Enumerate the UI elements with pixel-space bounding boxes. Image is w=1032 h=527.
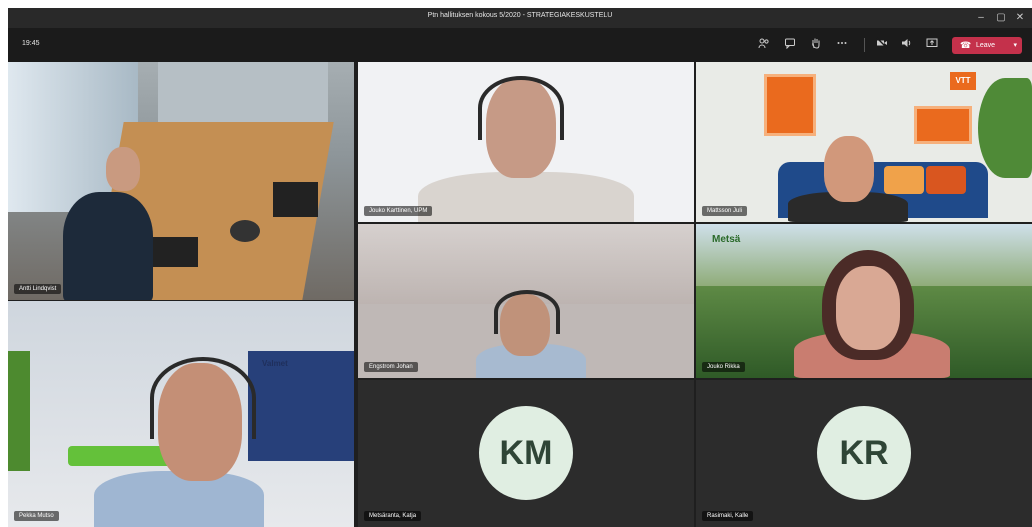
meeting-toolbar: 19:45 ☎ Leave ▾ [8,28,1032,62]
mic-icon[interactable] [898,37,914,53]
person-body [94,471,264,527]
person-head [106,147,140,191]
leave-label: Leave [976,42,996,49]
title-bar: Ptn hallituksen kokous 5/2020 - STRATEGI… [8,8,1032,28]
participant-tile[interactable]: KM Metsäranta, Katja [358,380,694,527]
participant-name: Jouko Rikka [702,362,745,372]
participant-tile[interactable]: KR Rasimaki, Kalle [696,380,1032,527]
participant-tile[interactable]: Engstrom Johan [358,224,694,378]
vtt-logo: VTT [950,72,976,90]
wall-background [158,62,328,122]
toolbar-divider [864,38,865,52]
avatar: KR [817,406,911,500]
avatar: KM [479,406,573,500]
participant-name: Rasimaki, Kalle [702,511,754,521]
conference-phone [230,220,260,242]
more-options-icon[interactable] [834,37,850,53]
maximize-button[interactable]: ▢ [992,10,1010,26]
person-body [418,172,634,222]
valmet-logo: Valmet [262,359,288,368]
participant-tile[interactable]: Metsä Jouko Rikka [696,224,1032,378]
headset [494,290,560,334]
participant-tile[interactable]: Antti Lindqvist [8,62,354,300]
participant-name: Metsäranta, Katja [364,511,422,521]
person-body [63,192,153,300]
headset [478,76,564,140]
participant-tile[interactable]: Valmet Pekka Mutso [8,301,354,527]
raise-hand-icon[interactable] [808,37,824,53]
people-icon[interactable] [756,37,772,53]
participant-name: Pekka Mutso [14,511,59,521]
chat-icon[interactable] [782,37,798,53]
call-timer: 19:45 [22,40,40,47]
metsa-logo: Metsä [712,234,741,245]
participant-name: Mattsson Juli [702,206,748,216]
camera-icon[interactable] [874,37,890,53]
person-head [836,266,900,350]
participant-name: Engstrom Johan [364,362,418,372]
wall-poster [764,74,816,136]
chevron-down-icon[interactable]: ▾ [1013,37,1017,54]
cushion [926,166,966,194]
participant-tile[interactable]: VTT Mattsson Juli [696,62,1032,222]
laptop [273,182,318,217]
leave-button[interactable]: ☎ Leave ▾ [952,37,1022,54]
plant [978,78,1032,178]
phone-hangup-icon: ☎ [960,40,972,50]
green-wall [8,351,30,471]
laptop [148,237,198,267]
teams-meeting-window: Ptn hallituksen kokous 5/2020 - STRATEGI… [8,8,1032,527]
meeting-title: Ptn hallituksen kokous 5/2020 - STRATEGI… [427,12,613,19]
participant-name: Jouko Karttinen, UPM [364,206,433,216]
participant-tile[interactable]: Jouko Karttinen, UPM [358,62,694,222]
participant-name: Antti Lindqvist [14,284,62,294]
share-screen-icon[interactable] [924,37,940,53]
headset [150,357,256,439]
wall-poster [914,106,972,144]
cushion [884,166,924,194]
person-head [824,136,874,202]
minimize-button[interactable]: – [972,10,990,26]
close-button[interactable]: ✕ [1011,10,1029,26]
